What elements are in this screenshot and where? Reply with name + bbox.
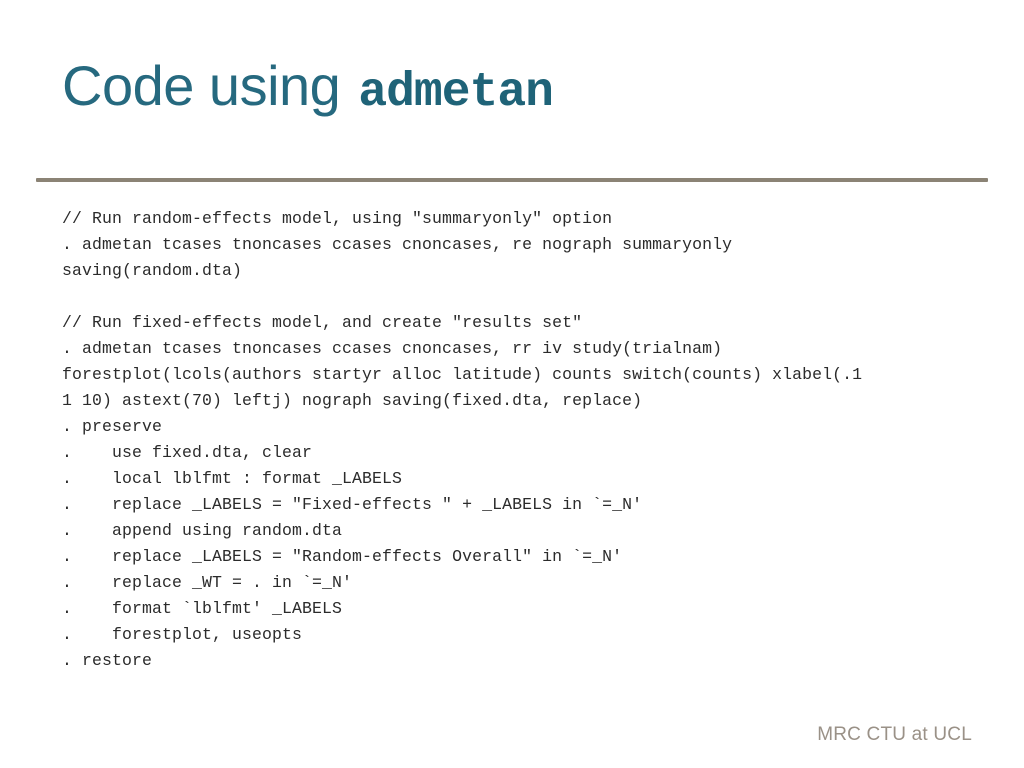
slide-canvas: Code using admetan // Run random-effects… <box>0 0 1024 768</box>
code-line: . forestplot, useopts <box>62 625 303 644</box>
footer-organization-label: MRC CTU at UCL <box>817 724 972 745</box>
page-title: Code using admetan <box>62 54 554 138</box>
code-line: . admetan tcases tnoncases ccases cnonca… <box>62 339 723 358</box>
code-line: . use fixed.dta, clear <box>62 443 313 462</box>
code-line: . preserve <box>62 417 163 436</box>
code-line: // Run fixed-effects model, and create "… <box>62 313 583 332</box>
page-title-plain: Code using <box>62 54 341 117</box>
code-line: . restore <box>62 651 153 670</box>
code-line: saving(random.dta) <box>62 261 243 280</box>
code-line: . replace _LABELS = "Random-effects Over… <box>62 547 623 566</box>
code-line: . replace _LABELS = "Fixed-effects " + _… <box>62 495 643 514</box>
code-line: // Run random-effects model, using "summ… <box>62 209 613 228</box>
code-line: . append using random.dta <box>62 521 343 540</box>
code-line: forestplot(lcols(authors startyr alloc l… <box>62 365 863 384</box>
page-title-monospace: admetan <box>358 66 554 120</box>
code-line: 1 10) astext(70) leftj) nograph saving(f… <box>62 391 643 410</box>
code-line: . format `lblfmt' _LABELS <box>62 599 343 618</box>
title-divider-rule <box>36 178 988 182</box>
code-line: . admetan tcases tnoncases ccases cnonca… <box>62 235 733 254</box>
code-block: // Run random-effects model, using "summ… <box>62 206 1002 674</box>
code-line: . replace _WT = . in `=_N' <box>62 573 353 592</box>
code-line: . local lblfmt : format _LABELS <box>62 469 403 488</box>
